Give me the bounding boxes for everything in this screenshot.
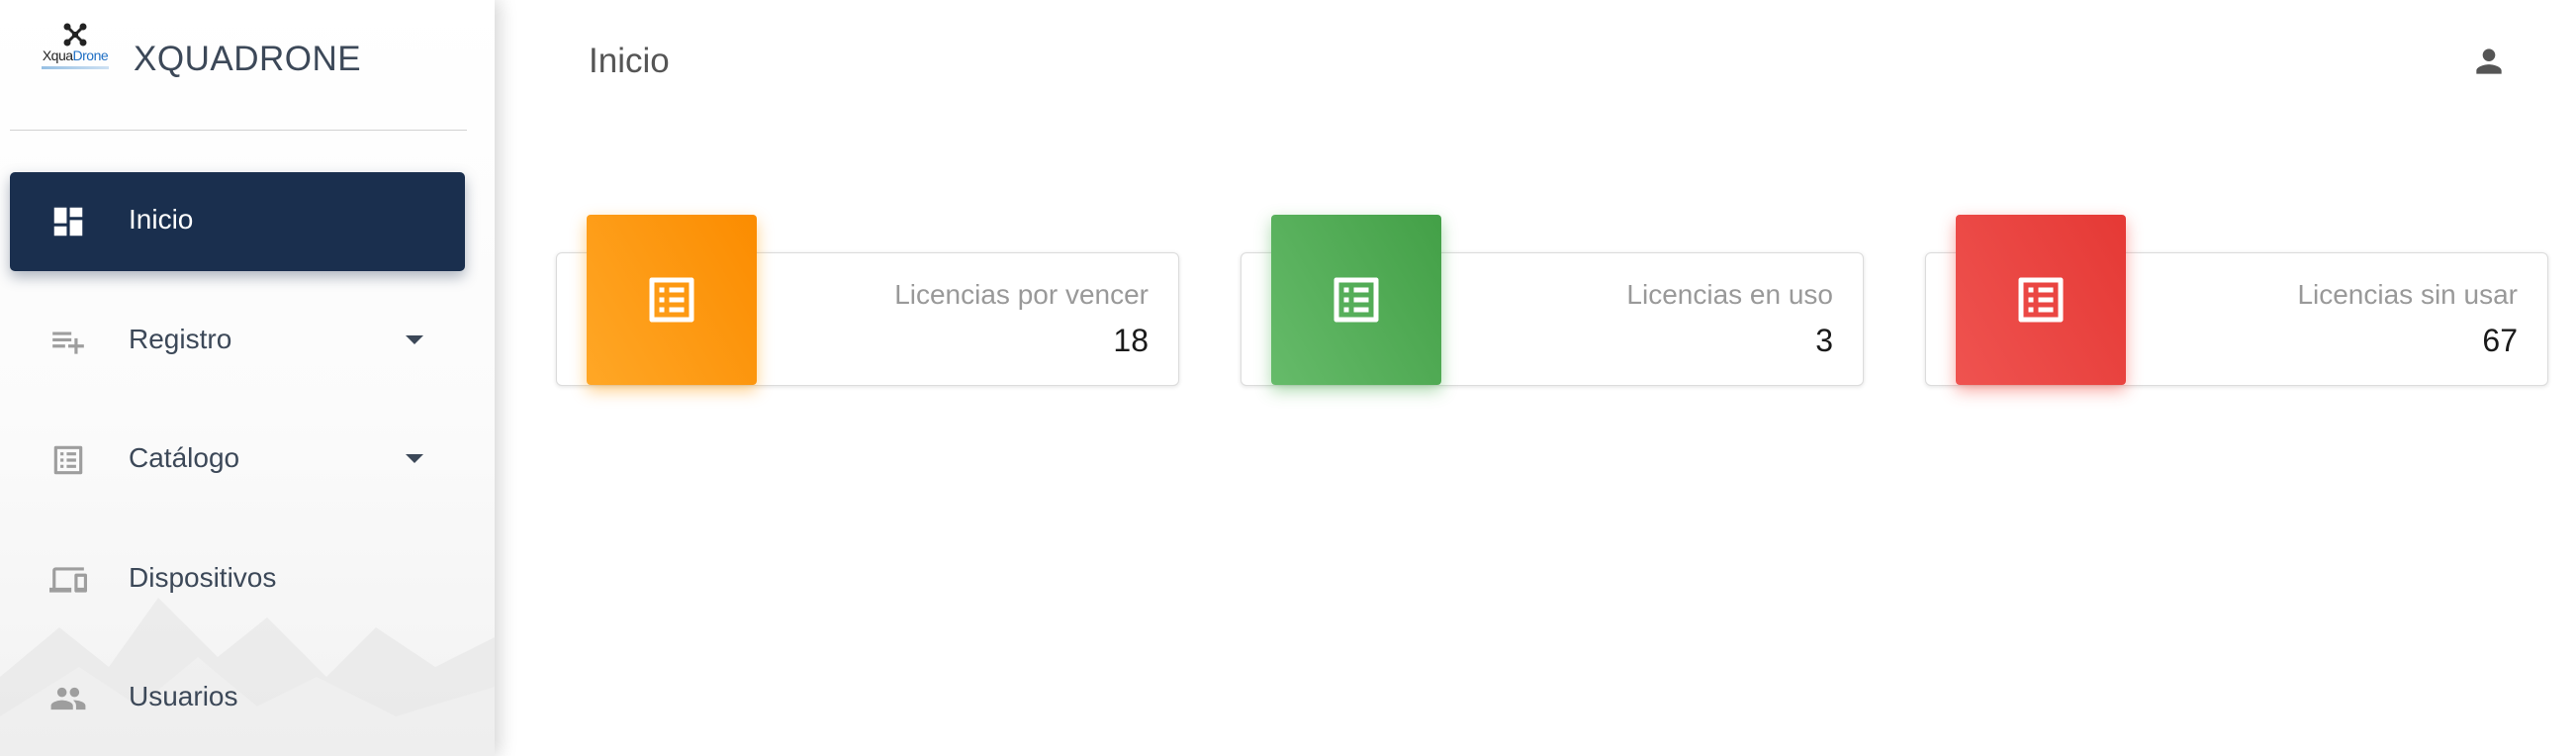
- drone-icon: [63, 23, 87, 47]
- sidebar-item-dispositivos[interactable]: Dispositivos: [10, 530, 465, 629]
- sidebar-item-label: Dispositivos: [129, 562, 277, 593]
- sidebar: XquaDrone XQUADRONE Inicio Registro Catá…: [0, 0, 495, 756]
- playlist-add-icon: [52, 331, 84, 354]
- card-category: Licencias sin usar: [2297, 279, 2518, 310]
- card-category: Licencias por vencer: [894, 279, 1149, 310]
- sidebar-item-inicio[interactable]: Inicio: [10, 172, 465, 271]
- sidebar-divider: [10, 130, 467, 131]
- sidebar-item-label: Catálogo: [129, 442, 240, 473]
- card-icon-container: [587, 215, 757, 385]
- sidebar-item-label: Usuarios: [129, 681, 238, 711]
- brand: XquaDrone XQUADRONE: [0, 0, 495, 132]
- stat-card-licencias-por-vencer[interactable]: Licencias por vencer 18: [556, 215, 1179, 386]
- sidebar-item-usuarios[interactable]: Usuarios: [10, 649, 465, 748]
- card-icon-container: [1271, 215, 1441, 385]
- chevron-down-icon[interactable]: [406, 454, 423, 463]
- list-alt-icon: [649, 277, 694, 323]
- card-value: 3: [1815, 323, 1833, 358]
- stat-card-licencias-sin-usar[interactable]: Licencias sin usar 67: [1925, 215, 2548, 386]
- sidebar-item-label: Registro: [129, 324, 232, 354]
- card-icon-container: [1956, 215, 2126, 385]
- card-value: 18: [1113, 323, 1149, 358]
- sidebar-item-label: Inicio: [129, 204, 194, 235]
- sidebar-item-catalogo[interactable]: Catálogo: [10, 411, 465, 510]
- people-icon: [50, 687, 86, 710]
- devices-icon: [49, 567, 87, 593]
- logo-wordmark: XquaDrone: [42, 47, 109, 63]
- person-icon[interactable]: [2470, 43, 2508, 80]
- dashboard-icon: [53, 207, 83, 236]
- page-title: Inicio: [589, 42, 670, 80]
- chevron-down-icon[interactable]: [406, 335, 423, 344]
- logo-tagline-bar: [42, 66, 109, 69]
- stat-card-licencias-en-uso[interactable]: Licencias en uso 3: [1241, 215, 1864, 386]
- brand-title[interactable]: XQUADRONE: [134, 40, 361, 79]
- list-alt-icon: [53, 445, 83, 475]
- card-category: Licencias en uso: [1626, 279, 1833, 310]
- card-value: 67: [2482, 323, 2518, 358]
- brand-logo[interactable]: XquaDrone: [38, 22, 113, 73]
- list-alt-icon: [2018, 277, 2064, 323]
- list-alt-icon: [1334, 277, 1379, 323]
- sidebar-item-registro[interactable]: Registro: [10, 292, 465, 391]
